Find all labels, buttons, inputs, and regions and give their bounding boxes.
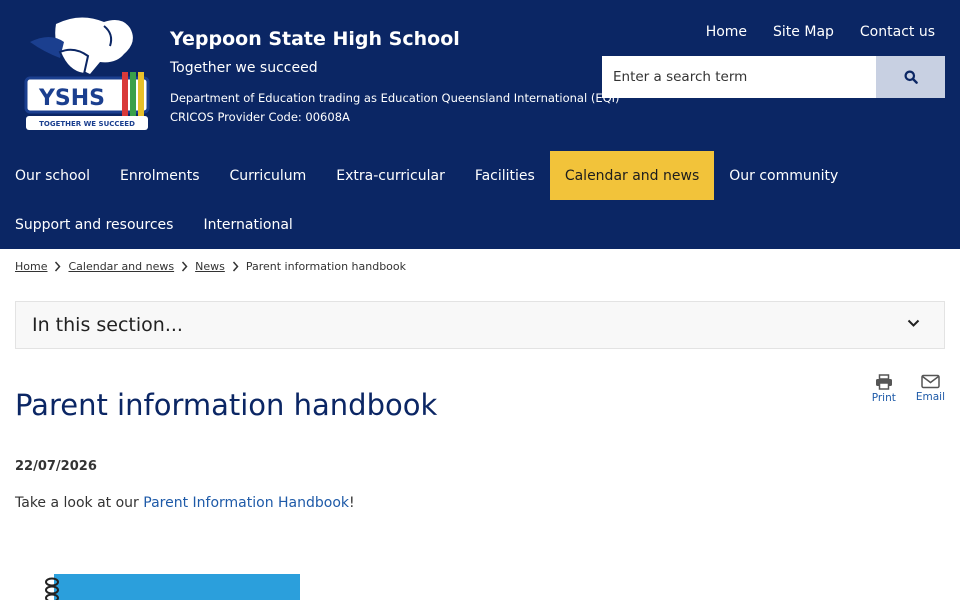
breadcrumb-current: Parent information handbook [245, 260, 407, 273]
svg-text:TOGETHER WE SUCCEED: TOGETHER WE SUCCEED [39, 120, 135, 128]
breadcrumb-calendar-and-news[interactable]: Calendar and news [68, 260, 174, 273]
post-date: 22/07/2026 [15, 459, 97, 474]
in-this-section-label: In this section... [32, 314, 183, 336]
email-label: Email [915, 391, 945, 403]
utility-nav: Home Site Map Contact us [706, 24, 935, 40]
school-name[interactable]: Yeppoon State High School [170, 28, 460, 50]
nav-item-our-community[interactable]: Our community [714, 151, 853, 200]
util-link-home[interactable]: Home [706, 24, 747, 40]
nav-item-enrolments[interactable]: Enrolments [105, 151, 215, 200]
chevron-down-icon [907, 319, 920, 327]
nav-item-support-and-resources[interactable]: Support and resources [0, 200, 188, 249]
search-icon [904, 70, 918, 84]
envelope-icon [921, 374, 940, 389]
school-motto: Together we succeed [170, 60, 318, 76]
handbook-link[interactable]: Parent Information Handbook [143, 495, 349, 511]
in-this-section-toggle[interactable]: In this section... [15, 301, 945, 349]
print-label: Print [871, 392, 896, 404]
nav-item-our-school[interactable]: Our school [0, 151, 105, 200]
util-link-contact-us[interactable]: Contact us [860, 24, 935, 40]
page-title: Parent information handbook [15, 388, 438, 422]
site-header: YSHS TOGETHER WE SUCCEED Yeppoon State H… [0, 0, 960, 249]
nav-item-calendar-and-news[interactable]: Calendar and news [549, 151, 715, 200]
school-logo[interactable]: YSHS TOGETHER WE SUCCEED [20, 12, 154, 136]
svg-text:YSHS: YSHS [38, 86, 105, 111]
main-nav: Our school Enrolments Curriculum Extra-c… [0, 151, 960, 249]
department-text: Department of Education trading as Educa… [170, 91, 620, 105]
printer-icon [875, 374, 892, 390]
chevron-right-icon [181, 261, 188, 272]
nav-item-curriculum[interactable]: Curriculum [215, 151, 322, 200]
cricos-code: CRICOS Provider Code: 00608A [170, 110, 350, 124]
search-button[interactable] [876, 56, 945, 98]
email-button[interactable]: Email [916, 374, 945, 404]
search-form [602, 56, 945, 98]
main-nav-row-2: Support and resources International [0, 200, 960, 249]
nav-item-international[interactable]: International [188, 200, 307, 249]
chevron-right-icon [54, 261, 61, 272]
main-nav-row-1: Our school Enrolments Curriculum Extra-c… [0, 151, 960, 200]
print-button[interactable]: Print [872, 374, 896, 404]
search-input[interactable] [602, 56, 876, 98]
breadcrumb-home[interactable]: Home [15, 260, 47, 273]
breadcrumb: Home Calendar and news News Parent infor… [15, 260, 406, 273]
util-link-site-map[interactable]: Site Map [773, 24, 834, 40]
handbook-cover-image[interactable] [38, 572, 300, 600]
chevron-right-icon [232, 261, 239, 272]
nav-item-extra-curricular[interactable]: Extra-curricular [321, 151, 460, 200]
nav-item-facilities[interactable]: Facilities [460, 151, 550, 200]
post-body-suffix: ! [349, 495, 355, 511]
breadcrumb-news[interactable]: News [195, 260, 225, 273]
post-body: Take a look at our Parent Information Ha… [15, 495, 355, 511]
page-tools: Print Email [872, 374, 945, 404]
post-body-prefix: Take a look at our [15, 495, 144, 511]
